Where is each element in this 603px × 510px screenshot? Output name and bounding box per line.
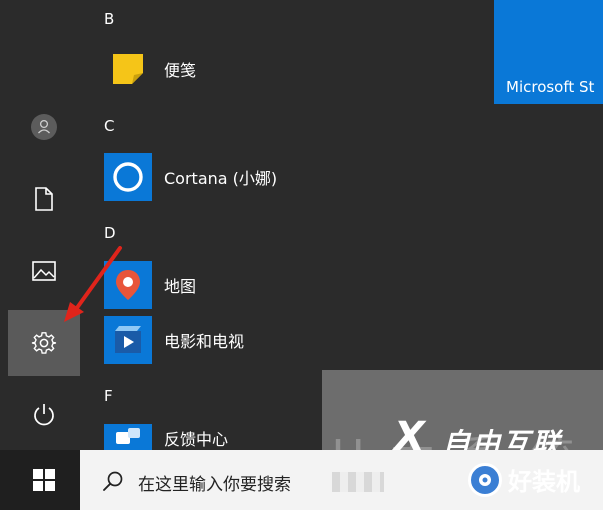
microsoft-store-tile[interactable]: Microsoft St bbox=[494, 0, 603, 104]
watermark-secondary: 好装机 bbox=[468, 462, 580, 497]
group-header-f[interactable]: F bbox=[104, 387, 113, 405]
app-name: 反馈中心 bbox=[164, 430, 229, 449]
watermark-badge-icon bbox=[468, 462, 502, 497]
cortana-icon bbox=[104, 153, 152, 201]
app-name: 电影和电视 bbox=[164, 332, 245, 351]
user-icon bbox=[31, 114, 57, 140]
annotation-arrow bbox=[64, 246, 122, 322]
search-text-blur bbox=[332, 472, 384, 492]
tile-label: Microsoft St bbox=[506, 78, 595, 96]
feedback-hub-icon bbox=[104, 424, 152, 450]
app-name: 地图 bbox=[164, 277, 197, 296]
group-header-b[interactable]: B bbox=[104, 10, 114, 28]
group-header-d[interactable]: D bbox=[104, 224, 116, 242]
app-item-sticky-notes[interactable]: 便笺 bbox=[104, 45, 196, 93]
pictures-icon bbox=[32, 261, 56, 281]
start-left-rail bbox=[8, 0, 80, 450]
document-icon bbox=[35, 187, 53, 211]
search-placeholder: 在这里输入你要搜索 bbox=[138, 475, 291, 495]
app-name: 便笺 bbox=[164, 61, 197, 80]
power-button[interactable] bbox=[8, 382, 80, 448]
sticky-notes-icon bbox=[104, 45, 152, 93]
app-item-cortana[interactable]: Cortana (小娜) bbox=[104, 153, 277, 201]
app-name: Cortana (小娜) bbox=[164, 169, 278, 188]
start-button[interactable] bbox=[8, 450, 80, 510]
documents-button[interactable] bbox=[8, 166, 80, 232]
gear-icon bbox=[31, 332, 57, 354]
power-icon bbox=[34, 404, 54, 426]
app-item-feedback-hub[interactable]: 反馈中心 bbox=[104, 424, 228, 450]
user-account-button[interactable] bbox=[8, 94, 80, 160]
watermark-secondary-text: 好装机 bbox=[508, 468, 580, 496]
search-icon bbox=[103, 471, 123, 491]
group-header-c[interactable]: C bbox=[104, 117, 114, 135]
windows-logo-icon bbox=[33, 469, 55, 491]
